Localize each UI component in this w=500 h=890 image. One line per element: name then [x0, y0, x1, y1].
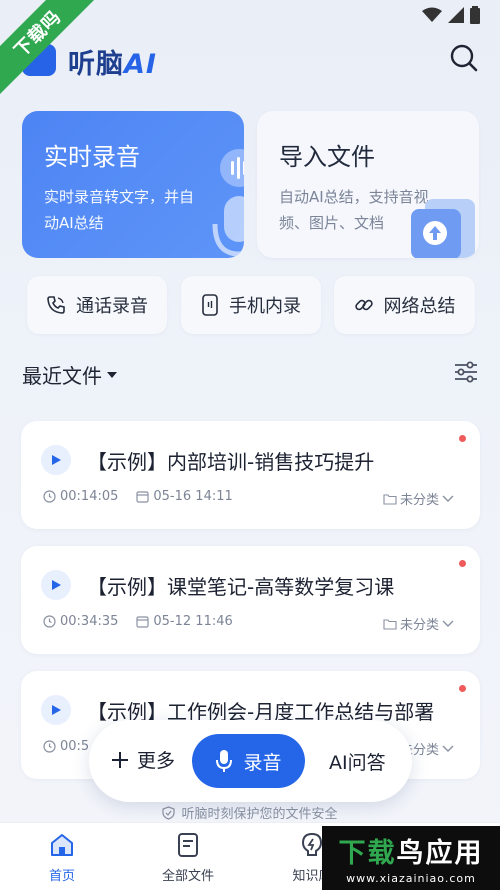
caret-down-icon	[107, 371, 117, 378]
recent-files-dropdown[interactable]: 最近文件	[22, 360, 118, 389]
nav-all-files[interactable]: 全部文件	[143, 831, 233, 884]
folder-icon	[383, 493, 397, 505]
microphone-icon	[216, 750, 233, 772]
phone-icon	[47, 296, 65, 314]
wifi-icon	[422, 7, 442, 22]
file-card[interactable]: 【示例】课堂笔记-高等数学复习课 00:34:35 05-12 11:46 未分…	[21, 546, 480, 654]
play-icon	[52, 705, 61, 715]
category-dropdown[interactable]: 未分类	[383, 614, 454, 633]
nav-home[interactable]: 首页	[17, 831, 107, 884]
unread-dot	[459, 560, 466, 567]
web-summary-label: 网络总结	[383, 296, 456, 317]
security-notice: 听脑时刻保护您的文件安全	[0, 803, 500, 822]
phone-internal-record-label: 手机内录	[229, 296, 301, 317]
call-record-label: 通话录音	[76, 296, 148, 317]
file-title: 【示例】课堂笔记-高等数学复习课	[87, 575, 395, 599]
filter-button[interactable]	[452, 358, 480, 386]
call-record-button[interactable]: 通话录音	[27, 276, 167, 334]
watermark-url: www.xiazainiao.com	[346, 872, 476, 885]
home-icon	[51, 834, 73, 856]
clock-icon	[43, 615, 56, 628]
upload-file-illustration-icon	[411, 199, 475, 258]
phone-internal-record-button[interactable]: 手机内录	[181, 276, 321, 334]
mobile-record-icon	[202, 294, 218, 316]
file-duration: 00:34:35	[60, 614, 119, 629]
ai-qa-button[interactable]: AI问答	[329, 748, 386, 775]
file-date: 05-12 11:46	[153, 614, 233, 629]
document-icon	[178, 833, 198, 857]
app-name-cn: 听脑	[68, 49, 124, 80]
chevron-down-icon	[442, 745, 454, 752]
play-button[interactable]	[41, 695, 71, 725]
signal-icon	[448, 7, 464, 23]
calendar-icon	[136, 616, 149, 628]
import-file-card[interactable]: 导入文件 自动AI总结，支持音视频、图片、文档	[257, 111, 479, 258]
realtime-record-title: 实时录音	[44, 143, 140, 171]
plus-icon	[112, 751, 128, 768]
clock-icon	[43, 740, 56, 753]
search-icon	[450, 44, 478, 72]
play-icon	[52, 580, 61, 590]
unread-dot	[459, 685, 466, 692]
folder-icon	[383, 618, 397, 630]
more-button[interactable]: 更多	[111, 746, 175, 773]
shield-icon	[162, 805, 176, 820]
file-category: 未分类	[399, 493, 439, 508]
file-category: 未分类	[399, 618, 439, 633]
file-date: 05-16 14:11	[153, 489, 233, 504]
file-title: 【示例】内部培训-销售技巧提升	[87, 450, 375, 474]
battery-icon	[470, 6, 480, 24]
category-dropdown[interactable]: 未分类	[383, 489, 454, 508]
realtime-record-card[interactable]: 实时录音 实时录音转文字，并自动AI总结	[22, 111, 244, 258]
chevron-down-icon	[442, 495, 454, 502]
play-icon	[52, 455, 61, 465]
watermark-brand: 下载鸟应用	[339, 831, 484, 870]
security-notice-text: 听脑时刻保护您的文件安全	[181, 807, 338, 822]
watermark-brand-green: 下载	[338, 838, 397, 869]
web-summary-button[interactable]: 网络总结	[334, 276, 475, 334]
chevron-down-icon	[442, 620, 454, 627]
microphone-illustration-icon	[212, 149, 244, 257]
calendar-icon	[136, 491, 149, 503]
filter-sliders-icon	[455, 361, 477, 383]
import-file-title: 导入文件	[279, 143, 375, 171]
record-button[interactable]: 录音	[192, 734, 305, 788]
floating-action-bar: 更多 录音 AI问答	[89, 720, 412, 802]
status-bar-icons	[422, 6, 480, 24]
clock-icon	[43, 490, 56, 503]
app-name-ai: AI	[124, 49, 157, 80]
nav-home-label: 首页	[48, 869, 75, 884]
play-button[interactable]	[41, 570, 71, 600]
app-name: 听脑AI	[68, 42, 157, 81]
link-icon	[354, 299, 373, 311]
file-duration: 00:14:05	[60, 489, 119, 504]
file-duration: 00:5	[60, 739, 90, 754]
file-card[interactable]: 【示例】内部培训-销售技巧提升 00:14:05 05-16 14:11 未分类	[21, 421, 480, 529]
record-label: 录音	[243, 751, 282, 774]
recent-files-title: 最近文件	[22, 364, 102, 388]
unread-dot	[459, 435, 466, 442]
search-button[interactable]	[448, 42, 480, 74]
nav-all-files-label: 全部文件	[161, 869, 214, 884]
play-button[interactable]	[41, 445, 71, 475]
watermark-brand-rest: 鸟应用	[396, 838, 484, 869]
more-label: 更多	[137, 750, 176, 772]
realtime-record-desc: 实时录音转文字，并自动AI总结	[44, 188, 195, 232]
file-meta: 00:14:05 05-16 14:11	[43, 489, 251, 504]
file-meta: 00:34:35 05-12 11:46	[43, 614, 251, 629]
watermark-banner: 下载鸟应用 www.xiazainiao.com	[322, 826, 500, 890]
